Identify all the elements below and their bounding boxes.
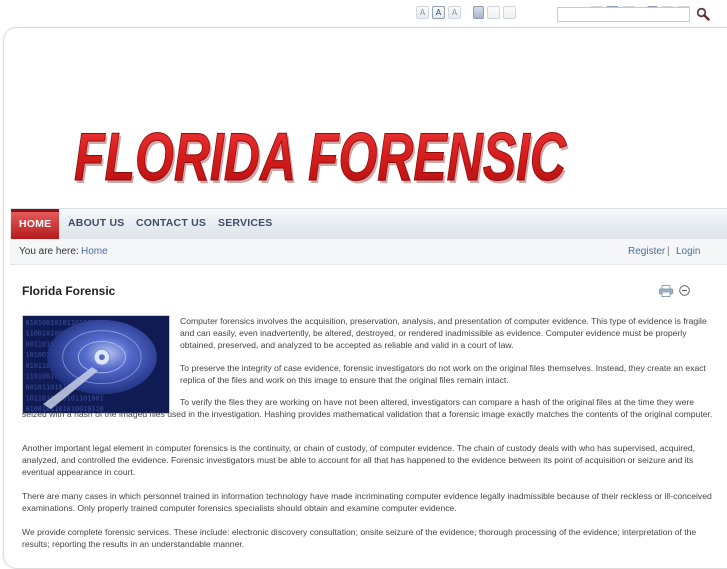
search-input[interactable] [557, 7, 690, 22]
layout-medium-button[interactable] [487, 6, 500, 19]
search-icon[interactable] [696, 7, 710, 21]
font-large-button[interactable]: A [448, 6, 461, 19]
layout-wide-button[interactable] [503, 6, 516, 19]
breadcrumb: You are here: Home Register | Login [10, 239, 727, 265]
article-paragraph: To preserve the integrity of case eviden… [180, 363, 706, 386]
logo-text: FLORIDA FORENSIC [74, 119, 567, 194]
nav-contact-us[interactable]: CONTACT US [136, 209, 206, 239]
register-link[interactable]: Register [628, 239, 665, 264]
breadcrumb-label: You are here: [19, 246, 79, 257]
article-paragraph: Computer forensics involves the acquisit… [180, 316, 707, 351]
nav-about-us[interactable]: ABOUT US [68, 209, 124, 239]
article-paragraph: There are many cases in which personnel … [22, 491, 712, 514]
print-icon[interactable] [659, 285, 673, 297]
font-size-controls-1: A A A [416, 6, 516, 19]
login-link[interactable]: Login [676, 239, 700, 264]
font-medium-button[interactable]: A [432, 6, 445, 19]
article-paragraph: To verify the files they are working on … [22, 397, 713, 420]
breadcrumb-home-link[interactable]: Home [81, 239, 108, 264]
layout-narrow-button[interactable] [473, 6, 484, 19]
article-paragraph: Another important legal element in compu… [22, 443, 696, 478]
main-nav: HOME ABOUT US CONTACT US SERVICES [10, 208, 727, 240]
article-paragraph: We provide complete forensic services. T… [22, 527, 697, 550]
nav-services[interactable]: SERVICES [218, 209, 273, 239]
page-title: Florida Forensic [22, 284, 116, 298]
user-links-separator: | [667, 246, 670, 257]
site-logo[interactable]: FLORIDA FORENSIC FLORIDA FORENSIC [70, 118, 570, 195]
email-icon[interactable] [679, 285, 690, 296]
nav-home[interactable]: HOME [11, 209, 60, 239]
main-content: Florida Forensic 0101001010110101001 110… [10, 265, 727, 549]
font-small-button[interactable]: A [416, 6, 429, 19]
